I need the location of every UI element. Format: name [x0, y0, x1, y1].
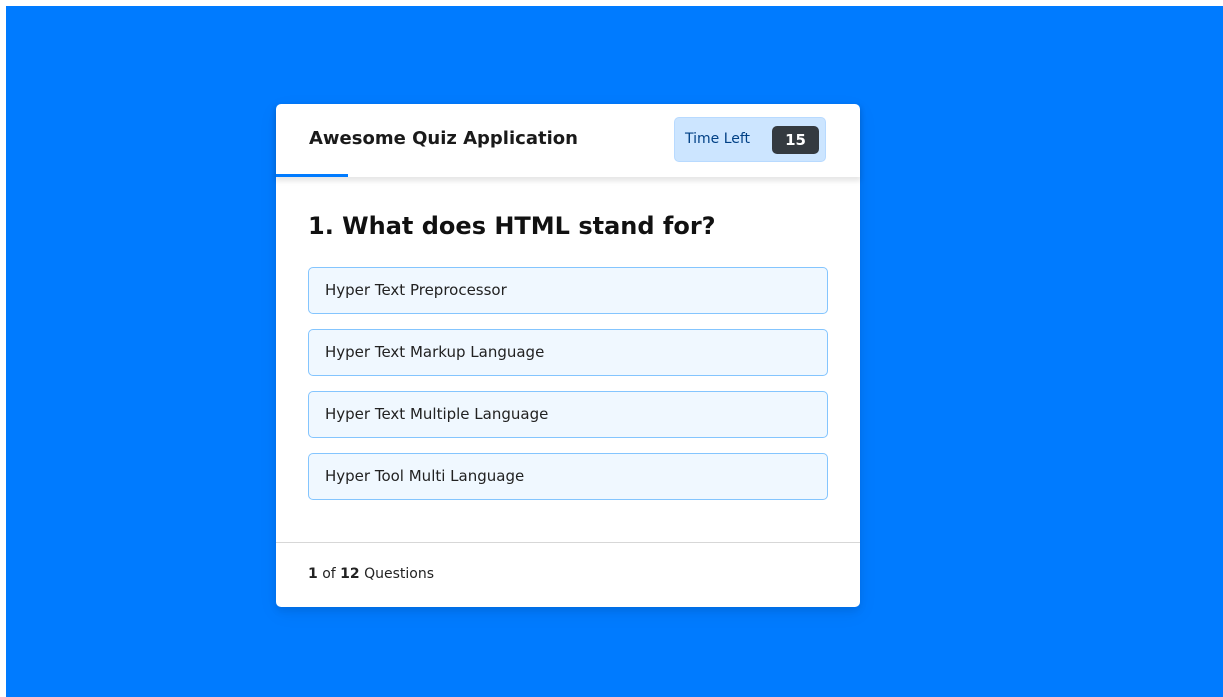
timer-label: Time Left: [685, 131, 751, 147]
quiz-box: Awesome Quiz Application Time Left 15 1.…: [276, 104, 860, 607]
quiz-footer: 1 of 12 Questions: [276, 542, 860, 608]
option-3[interactable]: Hyper Text Multiple Language: [308, 391, 828, 438]
counter-of-text: of: [322, 566, 336, 582]
timer-seconds: 15: [772, 126, 819, 154]
quiz-section: 1. What does HTML stand for? Hyper Text …: [308, 207, 828, 515]
quiz-header: Awesome Quiz Application Time Left 15: [276, 104, 860, 177]
timer: Time Left 15: [674, 117, 826, 162]
counter-suffix: Questions: [364, 566, 435, 582]
option-1[interactable]: Hyper Text Preprocessor: [308, 267, 828, 314]
time-progress-line: [276, 174, 348, 177]
question-text: 1. What does HTML stand for?: [308, 212, 716, 240]
option-4[interactable]: Hyper Tool Multi Language: [308, 453, 828, 500]
app-title: Awesome Quiz Application: [309, 128, 578, 149]
option-list: Hyper Text Preprocessor Hyper Text Marku…: [308, 267, 828, 500]
option-2[interactable]: Hyper Text Markup Language: [308, 329, 828, 376]
page-background: Awesome Quiz Application Time Left 15 1.…: [6, 6, 1223, 697]
question-counter: 1 of 12 Questions: [308, 566, 434, 582]
current-question-number: 1: [308, 566, 318, 582]
total-questions-number: 12: [340, 566, 360, 582]
